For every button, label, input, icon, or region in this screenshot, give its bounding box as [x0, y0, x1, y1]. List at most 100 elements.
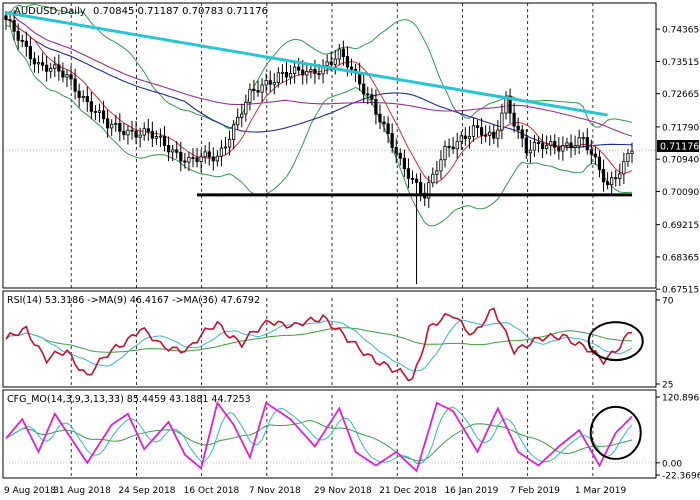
candle-body — [223, 146, 228, 149]
candle-body — [329, 61, 333, 65]
candle-body — [443, 145, 447, 161]
price-tick-label: 0.74365 — [662, 26, 699, 36]
price-tick-label: 0.73515 — [662, 58, 699, 68]
date-tick-label: 7 Feb 2019 — [510, 486, 561, 496]
candle-body — [292, 66, 297, 74]
candle-body — [390, 133, 394, 148]
candle-body — [447, 145, 451, 148]
candle-body — [203, 151, 207, 158]
candle-body — [150, 130, 154, 139]
axes: 9 Aug 201831 Aug 2018 24 Sep 2018 16 Oct 2… — [4, 26, 700, 496]
candle-body — [386, 123, 390, 134]
oscillator-line — [5, 400, 633, 473]
date-tick-label: 21 Dec 2018 — [379, 486, 437, 496]
candle-body — [219, 147, 224, 157]
candle-body — [528, 149, 532, 154]
date-tick-label: 29 Nov 2018 — [314, 486, 372, 496]
candle-body — [195, 157, 199, 162]
candle-body — [455, 141, 459, 150]
trendline-resistance — [5, 11, 608, 117]
candle-body — [605, 181, 610, 186]
candle-body — [49, 68, 53, 72]
candle-body — [516, 125, 520, 131]
oscillator-header: CFG_MO(14,3,9,3,13,33) 85.4459 43.1881 4… — [7, 394, 251, 405]
price-plot — [4, 3, 656, 285]
candle-body — [57, 64, 61, 72]
candle-body — [244, 102, 248, 115]
candle-body — [471, 125, 476, 137]
candle-body — [138, 134, 142, 138]
candle-body — [337, 48, 341, 60]
candle-body — [252, 88, 256, 91]
candle-body — [512, 112, 516, 127]
candle-body — [349, 66, 354, 70]
candle-body — [158, 135, 163, 138]
oscillator-signal-line — [5, 406, 633, 465]
candle-body — [162, 135, 167, 146]
candle-body — [622, 161, 626, 175]
candle-body — [280, 71, 285, 74]
date-tick-label: 16 Oct 2018 — [184, 486, 240, 496]
oscillator-tick-label: 120.8967 — [662, 394, 700, 404]
candle-body — [126, 129, 130, 136]
candle-body — [65, 74, 69, 78]
candle-body — [467, 135, 472, 139]
candle-body — [374, 98, 378, 115]
candle-body — [248, 88, 252, 103]
candle-body — [597, 156, 602, 170]
candle-body — [325, 61, 329, 66]
candle-body — [81, 96, 85, 98]
annotation-circle-rsi — [587, 321, 644, 362]
candle-body — [532, 142, 537, 151]
candle-body — [179, 151, 183, 162]
candle-body — [345, 56, 350, 68]
candle-body — [288, 73, 293, 78]
candle-body — [536, 142, 541, 144]
candle-body — [77, 90, 81, 98]
candle-body — [146, 128, 150, 132]
candle-body — [142, 128, 146, 136]
candle-body — [40, 62, 45, 66]
candle-body — [256, 90, 260, 93]
oscillator-tick-label: -22.3696 — [662, 472, 700, 482]
candle-body — [16, 30, 20, 41]
date-tick-label: 9 Aug 2018 — [4, 486, 56, 496]
candle-body — [101, 110, 106, 120]
candle-body — [32, 58, 37, 65]
candle-body — [333, 58, 337, 65]
candle-body — [435, 170, 439, 175]
date-tick-label: 24 Sep 2018 — [118, 486, 175, 496]
candle-body — [496, 129, 500, 139]
candle-body — [45, 64, 49, 72]
candle-body — [268, 80, 272, 85]
candle-body — [577, 137, 581, 147]
moving-average-mid — [5, 19, 633, 149]
candle-body — [484, 134, 488, 137]
candle-body — [630, 150, 634, 154]
trading-chart: 9 Aug 201831 Aug 2018 24 Sep 2018 16 Oct 2… — [2, 2, 700, 496]
candle-body — [24, 40, 28, 47]
candle-body — [540, 143, 545, 149]
candle-body — [305, 71, 309, 76]
candle-body — [341, 48, 346, 57]
candle-body — [53, 64, 57, 69]
candle-body — [93, 111, 98, 113]
candle-body — [85, 96, 89, 103]
candle-body — [301, 69, 305, 76]
candle-body — [260, 84, 264, 93]
candle-body — [154, 136, 159, 139]
candle-body — [362, 83, 366, 95]
candle-body — [236, 116, 240, 126]
candle-body — [118, 122, 122, 132]
candle-body — [134, 130, 138, 138]
candle-body — [8, 19, 12, 22]
candle-body — [36, 62, 41, 65]
candle-body — [187, 157, 191, 163]
price-tick-label: 0.70940 — [662, 156, 699, 166]
candle-body — [593, 153, 598, 158]
candle-body — [402, 157, 406, 170]
candle-body — [565, 142, 569, 146]
price-tick-label: 0.70090 — [662, 188, 699, 198]
candle-body — [183, 160, 187, 163]
rsi-header: RSI(14) 53.3186 ->MA(9) 46.4167 ->MA(36)… — [7, 295, 260, 306]
